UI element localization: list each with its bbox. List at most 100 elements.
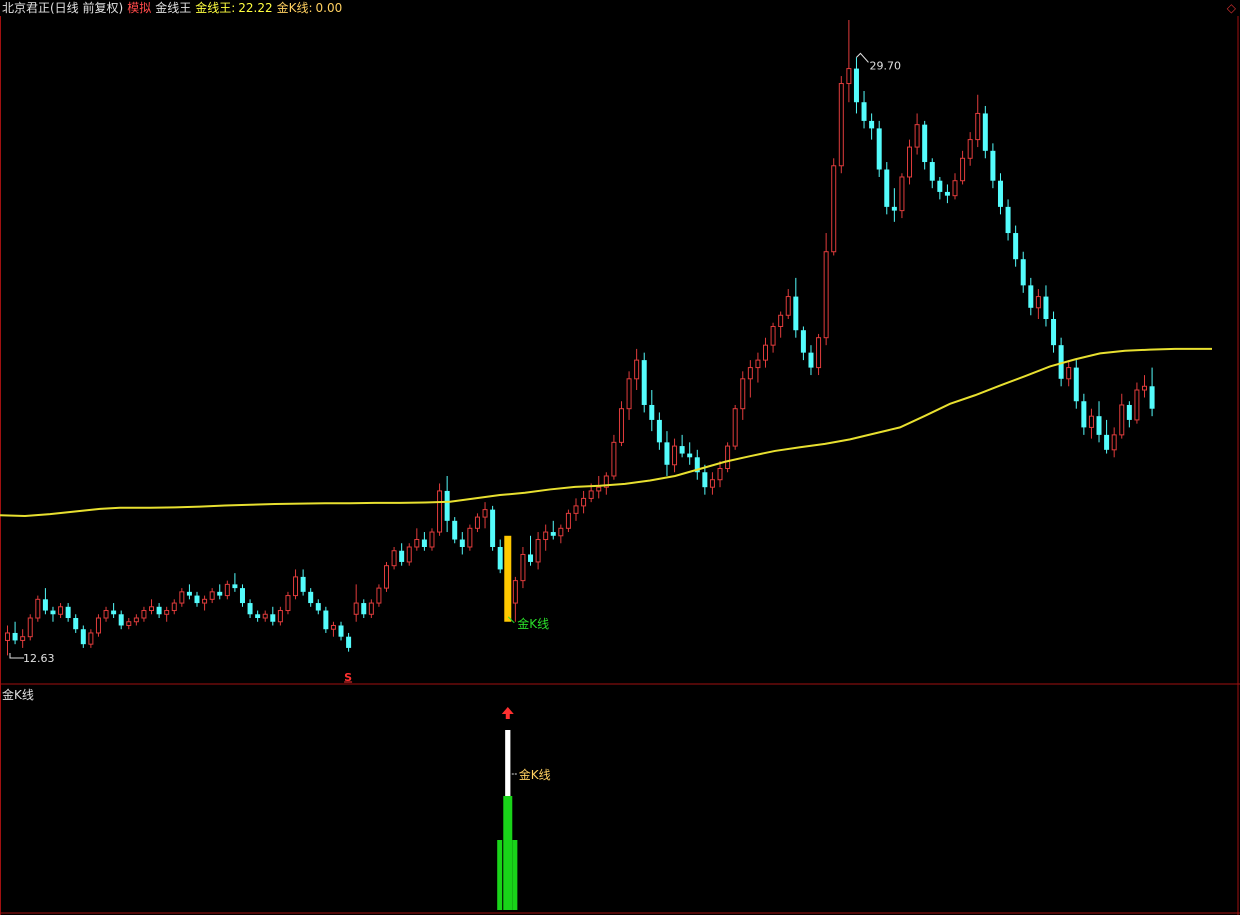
candle-body (194, 595, 200, 604)
signal-label: 金K线 (517, 616, 549, 631)
candle-body (793, 296, 799, 331)
candle (474, 513, 480, 533)
candle (179, 588, 185, 607)
candle-body (58, 606, 64, 615)
candle-body (763, 344, 768, 361)
candle-body (224, 583, 230, 597)
candle (50, 606, 56, 622)
candle (1066, 360, 1072, 387)
candle (611, 434, 617, 480)
candle-body (186, 591, 192, 596)
candle (641, 352, 647, 413)
candle (1104, 419, 1110, 454)
candle-body (179, 591, 185, 604)
candle (323, 606, 329, 633)
candle-body (581, 497, 587, 507)
candle (838, 76, 844, 174)
candle (300, 569, 306, 596)
sub-bars-group (497, 730, 518, 910)
candle (361, 599, 367, 619)
candle-body (1028, 285, 1034, 308)
candle (800, 326, 806, 361)
candle (194, 591, 200, 607)
sub-bar-white-top (505, 730, 511, 796)
candle (581, 490, 587, 514)
candle (247, 599, 253, 619)
candle-body (520, 553, 526, 582)
candle-body (808, 352, 814, 368)
candle-body (975, 112, 981, 141)
candle (550, 520, 556, 540)
candle-body (1111, 434, 1117, 451)
candle (1119, 393, 1125, 439)
candle-body (831, 165, 837, 253)
candle (755, 352, 761, 383)
candle (656, 412, 662, 450)
candle-body (452, 520, 458, 540)
candle (770, 322, 776, 353)
candle-body (156, 606, 162, 615)
candle-body (755, 359, 761, 369)
low-price-label: 12.63 (23, 652, 55, 665)
candle-body (217, 591, 223, 596)
candle-body (914, 124, 920, 148)
candle (399, 543, 405, 566)
candle (330, 621, 336, 637)
candle (239, 584, 245, 607)
candle-body (437, 490, 443, 533)
candle-body (126, 621, 132, 626)
signal-candle-highlight (504, 535, 512, 622)
candle (171, 599, 177, 615)
candle (1149, 367, 1155, 417)
candle (1051, 311, 1057, 353)
candle (1013, 225, 1019, 267)
candle-body (315, 603, 321, 611)
candle (164, 606, 170, 622)
candle (960, 150, 966, 185)
candle-body (1134, 389, 1140, 421)
candle-body (330, 624, 336, 630)
candle-body (853, 68, 859, 103)
candle (679, 434, 685, 458)
candle (573, 498, 579, 521)
candle-body (664, 442, 670, 465)
candle-body (65, 606, 71, 619)
sub-bar-green-main (503, 796, 513, 910)
candle-body (528, 554, 534, 562)
candle-body (277, 610, 283, 623)
candle-body (474, 516, 480, 529)
candle (5, 625, 10, 656)
candle-body (982, 113, 988, 151)
candle-body (406, 546, 412, 563)
candle (1028, 277, 1034, 316)
candle-body (709, 479, 715, 488)
candle (1142, 375, 1147, 398)
up-arrow-icon (501, 707, 514, 719)
candle-body (672, 445, 678, 466)
candle (285, 591, 291, 615)
candle (1035, 289, 1041, 320)
candle (111, 603, 117, 619)
candle-body (300, 576, 306, 592)
candle (846, 20, 852, 103)
candle (740, 371, 746, 420)
candle (937, 176, 943, 200)
candle (558, 524, 564, 544)
low-pointer (9, 653, 24, 659)
candle (535, 532, 541, 570)
candle-body (497, 546, 503, 570)
candle-body (171, 602, 177, 612)
candle-body (111, 610, 117, 615)
kline-chart[interactable]: 29.7012.63金K线S金K线 (0, 0, 1240, 915)
candle (672, 438, 678, 473)
candle-body (747, 367, 753, 380)
candle-body (490, 509, 496, 547)
candles-group (5, 20, 1155, 656)
candle (270, 606, 276, 626)
candle (732, 404, 738, 450)
candle-body (5, 632, 10, 641)
candle-body (164, 610, 170, 615)
candle (384, 561, 389, 592)
candle (315, 599, 321, 615)
candle-body (88, 632, 94, 645)
